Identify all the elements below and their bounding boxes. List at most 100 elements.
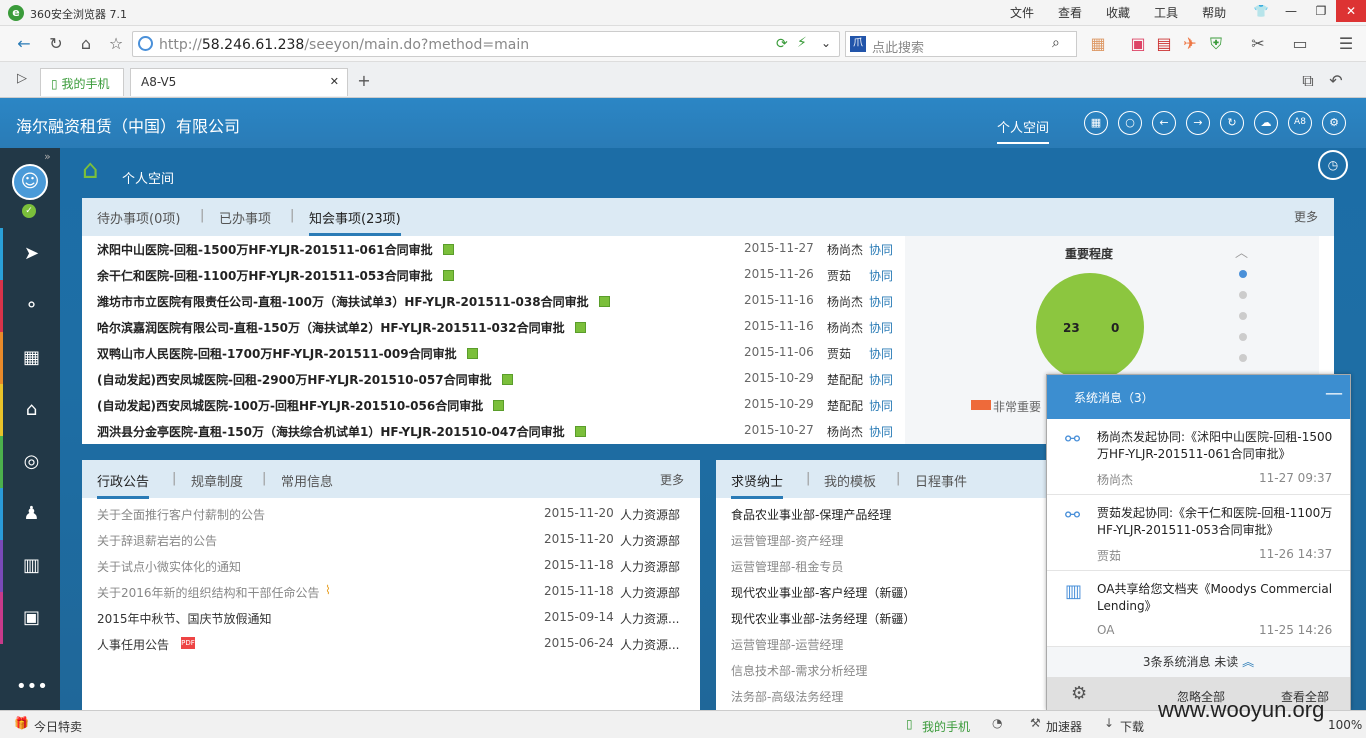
refresh-green-icon[interactable]: ⟳	[776, 36, 788, 52]
table-row[interactable]: 泗洪县分金亭医院-直租-150万（海扶综合机试单1）HF-YLJR-201510…	[97, 418, 907, 444]
zoom-level[interactable]: 100%	[1328, 718, 1362, 732]
clock-icon[interactable]: ◷	[1318, 150, 1348, 180]
row-title[interactable]: 双鸭山市人民医院-回租-1700万HF-YLJR-201511-009合同审批	[97, 345, 457, 362]
list-item[interactable]: 2015年中秋节、国庆节放假通知 2015-09-14 人力资源...	[97, 608, 687, 634]
cloud-icon[interactable]: ☁	[1254, 111, 1278, 135]
table-row[interactable]: (自动发起)西安凤城医院-回租-2900万HF-YLJR-201510-057合…	[97, 366, 907, 392]
recruit-title[interactable]: 食品农业事业部-保理产品经理	[731, 506, 891, 523]
menu-favorites[interactable]: 收藏	[1094, 4, 1142, 21]
address-bar[interactable]: http://58.246.61.238/seeyon/main.do?meth…	[132, 31, 840, 57]
restore-tab-icon[interactable]: ⧉	[1298, 71, 1318, 91]
chart-up-icon[interactable]: ︿	[1235, 242, 1248, 261]
plane-icon[interactable]: ✈	[1180, 34, 1200, 53]
row-title[interactable]: 泗洪县分金亭医院-直租-150万（海扶综合机试单1）HF-YLJR-201510…	[97, 423, 565, 440]
list-item[interactable]: 关于2016年新的组织结构和干部任命公告 2015-11-18 人力资源部 ⌇	[97, 582, 687, 608]
sysmsg-text[interactable]: OA共享给您文档夹《Moodys Commercial Lending》	[1097, 581, 1333, 615]
rail-nav-icon[interactable]: ➤	[0, 228, 60, 280]
unread-bar[interactable]: 3条系统消息 未读 ︽	[1047, 647, 1350, 677]
row-kind[interactable]: 协同	[869, 267, 893, 284]
settings-icon[interactable]: ⚙	[1071, 683, 1087, 704]
row-title[interactable]: (自动发起)西安凤城医院-回租-2900万HF-YLJR-201510-057合…	[97, 371, 492, 388]
table-row[interactable]: 哈尔滨嘉润医院有限公司-直租-150万（海扶试单2）HF-YLJR-201511…	[97, 314, 907, 340]
address-url[interactable]: http://58.246.61.238/seeyon/main.do?meth…	[159, 37, 529, 53]
cut-icon[interactable]: ✂	[1248, 34, 1268, 53]
avatar[interactable]: ☺	[12, 164, 48, 200]
recruit-title[interactable]: 现代农业事业部-客户经理（新疆）	[731, 584, 915, 601]
menu-icon[interactable]: ☰	[1336, 34, 1356, 53]
refresh-icon[interactable]: ↻	[1220, 111, 1244, 135]
recruit-title[interactable]: 运营管理部-资产经理	[731, 532, 843, 549]
table-row[interactable]: 沭阳中山医院-回租-1500万HF-YLJR-201511-061合同审批 201…	[97, 236, 907, 262]
row-kind[interactable]: 协同	[869, 423, 893, 440]
rail-briefcase-icon[interactable]: ▣	[0, 592, 60, 644]
rail-target-icon[interactable]: ◎	[0, 436, 60, 488]
notice-title[interactable]: 关于辞退薪岩岩的公告	[97, 532, 217, 549]
table-row[interactable]: 双鸭山市人民医院-回租-1700万HF-YLJR-201511-009合同审批 2…	[97, 340, 907, 366]
tab-my-phone[interactable]: ▯ 我的手机	[40, 68, 124, 96]
rail-user-icon[interactable]: ♟	[0, 488, 60, 540]
home-icon[interactable]: ⌂	[76, 34, 96, 53]
tab-close-icon[interactable]: ✕	[330, 75, 339, 88]
menu-file[interactable]: 文件	[998, 4, 1046, 21]
dropdown-icon[interactable]: ⌄	[821, 36, 831, 50]
sysmsg-item[interactable]: ⚯ 杨尚杰发起协同:《沭阳中山医院-回租-1500万HF-YLJR-201511-…	[1047, 419, 1350, 495]
notice-title[interactable]: 关于试点小微实体化的通知	[97, 558, 241, 575]
pager-dot[interactable]	[1239, 333, 1247, 341]
apps-icon[interactable]: ▦	[1088, 34, 1108, 53]
pager-dot[interactable]	[1239, 291, 1247, 299]
table-row[interactable]: (自动发起)西安凤城医院-100万-回租HF-YLJR-201510-056合同…	[97, 392, 907, 418]
forward-icon[interactable]: →	[1186, 111, 1210, 135]
rail-chart-icon[interactable]: ⌂	[0, 384, 60, 436]
row-title[interactable]: 沭阳中山医院-回租-1500万HF-YLJR-201511-061合同审批	[97, 241, 433, 258]
tab-rules[interactable]: 规章制度	[191, 471, 243, 490]
status-my-phone[interactable]: 我的手机	[922, 718, 970, 735]
menu-tools[interactable]: 工具	[1142, 4, 1190, 21]
row-title[interactable]: (自动发起)西安凤城医院-100万-回租HF-YLJR-201510-056合同…	[97, 397, 483, 414]
table-row[interactable]: 余干仁和医院-回租-1100万HF-YLJR-201511-053合同审批 201…	[97, 262, 907, 288]
recruit-title[interactable]: 信息技术部-需求分析经理	[731, 662, 867, 679]
list-item[interactable]: 关于试点小微实体化的通知 2015-11-18 人力资源部	[97, 556, 687, 582]
back-arrow-icon[interactable]: ←	[14, 34, 34, 53]
list-item[interactable]: 关于辞退薪岩岩的公告 2015-11-20 人力资源部	[97, 530, 687, 556]
rail-book-icon[interactable]: ▥	[0, 540, 60, 592]
list-item[interactable]: 人事任用公告 2015-06-24 人力资源... PDF	[97, 634, 687, 660]
pager-dot[interactable]	[1239, 312, 1247, 320]
notice-title[interactable]: 关于全面推行客户付薪制的公告	[97, 506, 265, 523]
calendar-icon[interactable]: ▤	[1154, 34, 1174, 53]
pager-dot[interactable]	[1239, 270, 1247, 278]
tab-recruit[interactable]: 求贤纳士	[731, 471, 784, 499]
close-icon[interactable]: ✕	[1336, 0, 1366, 22]
rail-calendar-icon[interactable]: ▦	[0, 332, 60, 384]
tab-pending[interactable]: 待办事项(0项)	[97, 208, 180, 227]
daily-deal-link[interactable]: 今日特卖	[34, 718, 82, 735]
notice-title[interactable]: 2015年中秋节、国庆节放假通知	[97, 610, 272, 627]
new-tab-icon[interactable]: +	[354, 71, 374, 90]
reload-icon[interactable]: ↻	[46, 34, 66, 53]
row-kind[interactable]: 协同	[869, 319, 893, 336]
tab-common-info[interactable]: 常用信息	[281, 471, 333, 490]
expand-rail-icon[interactable]: »	[44, 150, 51, 163]
nav-personal-space[interactable]: 个人空间	[997, 117, 1050, 144]
search-box[interactable]: 爪 点此搜索 ⌕	[845, 31, 1077, 57]
star-icon[interactable]: ☆	[106, 34, 126, 53]
recruit-title[interactable]: 运营管理部-运营经理	[731, 636, 843, 653]
speed-icon[interactable]: ◔	[992, 716, 1002, 730]
grid-icon[interactable]: ▦	[1084, 111, 1108, 135]
notice-title[interactable]: 关于2016年新的组织结构和干部任命公告	[97, 584, 320, 601]
list-item[interactable]: 关于全面推行客户付薪制的公告 2015-11-20 人力资源部	[97, 504, 687, 530]
row-kind[interactable]: 协同	[869, 345, 893, 362]
shield-icon[interactable]: ⛨	[1206, 34, 1226, 54]
notice-more-link[interactable]: 更多	[660, 471, 684, 488]
sysmsg-text[interactable]: 贾茹发起协同:《余干仁和医院-回租-1100万HF-YLJR-201511-05…	[1097, 505, 1333, 539]
row-kind[interactable]: 协同	[869, 397, 893, 414]
collapse-icon[interactable]: —	[1325, 383, 1343, 404]
accelerator-link[interactable]: 加速器	[1046, 718, 1082, 735]
tab-admin-notice[interactable]: 行政公告	[97, 471, 150, 499]
tab-done[interactable]: 已办事项	[219, 208, 271, 227]
menu-view[interactable]: 查看	[1046, 4, 1094, 21]
maximize-icon[interactable]: ❐	[1306, 0, 1336, 22]
tab-a8[interactable]: A8-V5 ✕	[130, 68, 348, 96]
row-title[interactable]: 哈尔滨嘉润医院有限公司-直租-150万（海扶试单2）HF-YLJR-201511…	[97, 319, 565, 336]
todo-more-link[interactable]: 更多	[1294, 208, 1318, 225]
recruit-title[interactable]: 运营管理部-租金专员	[731, 558, 843, 575]
